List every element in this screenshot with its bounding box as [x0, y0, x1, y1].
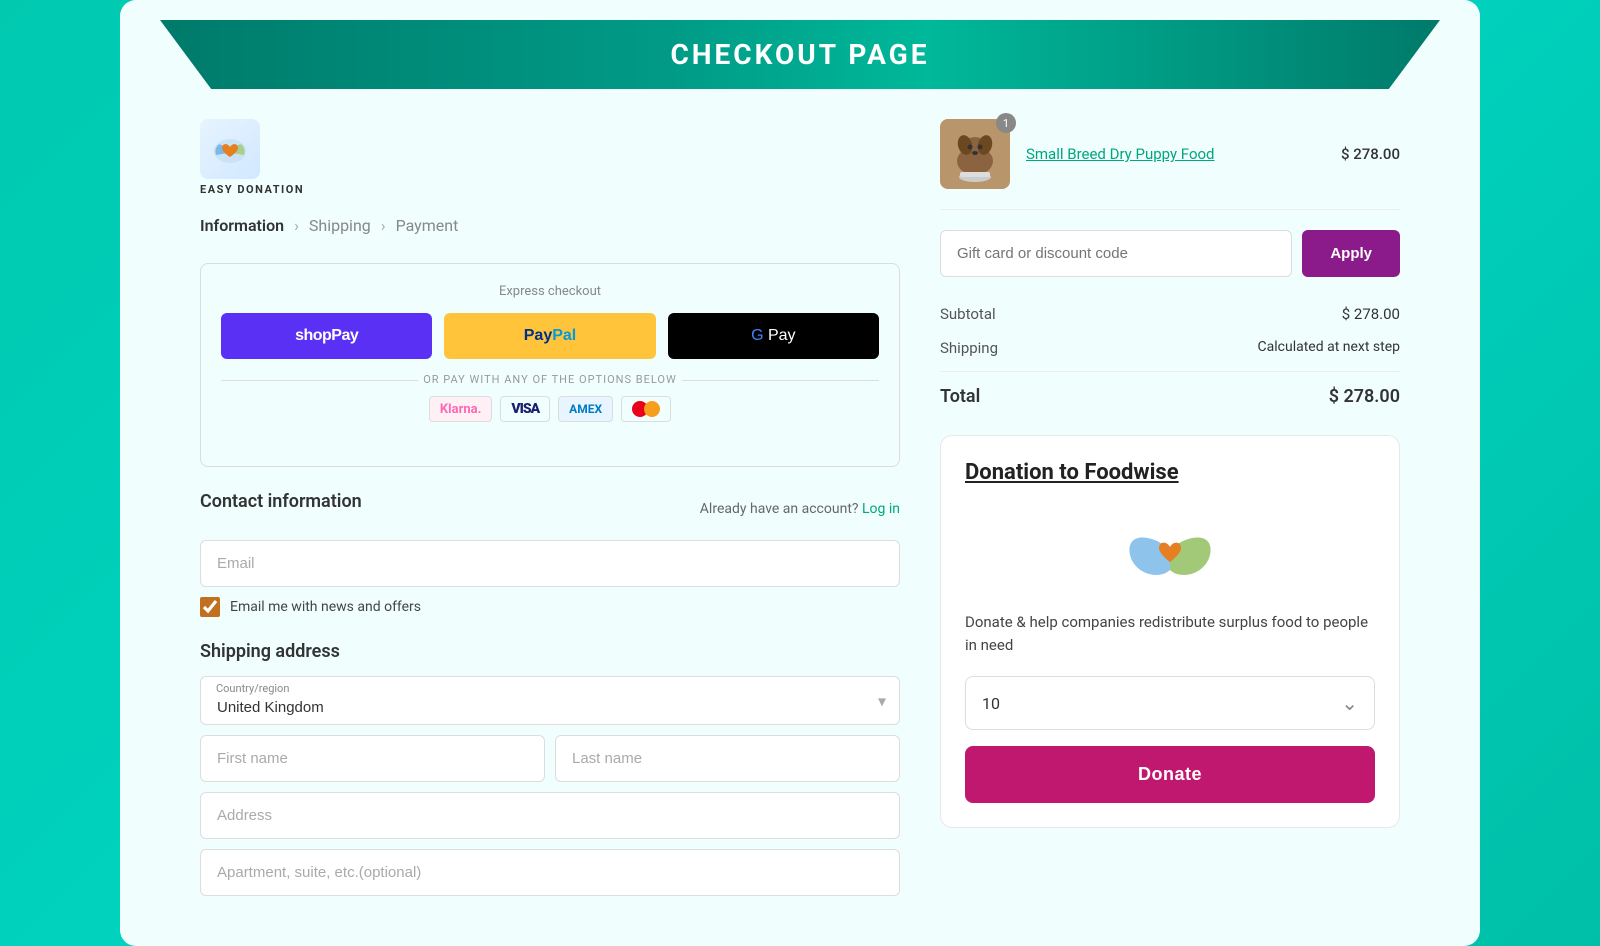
product-row: 1 Small Breed Dry Puppy Food $ 278.00: [940, 119, 1400, 210]
paypal-button[interactable]: PayPal: [444, 313, 655, 359]
shoppay-label: shopPay: [295, 327, 358, 345]
donation-description: Donate & help companies redistribute sur…: [965, 611, 1375, 656]
last-name-field[interactable]: [555, 735, 900, 782]
logo-area: EASY DONATION: [200, 119, 900, 196]
country-select-wrapper: Country/region United Kingdom United Sta…: [200, 676, 900, 725]
country-label: Country/region: [216, 682, 289, 695]
donate-button[interactable]: Donate: [965, 746, 1375, 803]
shipping-row: Shipping Calculated at next step: [940, 331, 1400, 365]
header-banner: CHECKOUT PAGE: [160, 20, 1440, 89]
breadcrumb: Information › Shipping › Payment: [200, 216, 900, 235]
total-label: Total: [940, 386, 980, 407]
name-row: [200, 735, 900, 792]
gpay-label: G Pay: [751, 327, 795, 345]
shipping-value: Calculated at next step: [1258, 339, 1400, 357]
totals-section: Subtotal $ 278.00 Shipping Calculated at…: [940, 297, 1400, 415]
product-image-wrapper: 1: [940, 119, 1010, 189]
express-label: Express checkout: [221, 284, 879, 299]
donation-chevron-icon: ⌄: [1341, 691, 1358, 715]
login-link[interactable]: Log in: [862, 501, 900, 517]
country-select[interactable]: United Kingdom United States Germany Fra…: [200, 676, 900, 725]
express-buttons: shopPay PayPal G Pay: [221, 313, 879, 359]
contact-title: Contact information: [200, 491, 362, 512]
discount-input[interactable]: [940, 230, 1292, 277]
newsletter-label: Email me with news and offers: [230, 599, 421, 615]
breadcrumb-sep-1: ›: [294, 216, 299, 235]
first-name-field[interactable]: [200, 735, 545, 782]
donation-amount-value: 10: [982, 694, 1000, 713]
left-panel: EASY DONATION Information › Shipping › P…: [200, 119, 900, 906]
right-panel: 1 Small Breed Dry Puppy Food $ 278.00 Ap…: [940, 119, 1400, 906]
page-title: CHECKOUT PAGE: [240, 38, 1360, 71]
gpay-button[interactable]: G Pay: [668, 313, 879, 359]
logo-icon: [200, 119, 260, 179]
email-field[interactable]: [200, 540, 900, 587]
shoppay-button[interactable]: shopPay: [221, 313, 432, 359]
discount-row: Apply: [940, 230, 1400, 277]
donation-amount-selector[interactable]: 10 ⌄: [965, 676, 1375, 730]
total-value: $ 278.00: [1329, 386, 1400, 407]
product-price: $ 278.00: [1341, 145, 1400, 163]
address-field[interactable]: [200, 792, 900, 839]
product-name[interactable]: Small Breed Dry Puppy Food: [1026, 145, 1325, 163]
shipping-title: Shipping address: [200, 641, 900, 662]
amex-icon: AMEX: [558, 396, 613, 422]
breadcrumb-payment[interactable]: Payment: [396, 216, 459, 235]
newsletter-row: Email me with news and offers: [200, 597, 900, 617]
subtotal-label: Subtotal: [940, 305, 996, 323]
paypal-label: PayPal: [524, 327, 576, 345]
shipping-label: Shipping: [940, 339, 998, 357]
apt-field[interactable]: [200, 849, 900, 896]
klarna-icon: Klarna.: [429, 396, 492, 422]
breadcrumb-information[interactable]: Information: [200, 216, 284, 235]
already-account-text: Already have an account? Log in: [700, 501, 900, 517]
breadcrumb-shipping[interactable]: Shipping: [309, 216, 371, 235]
visa-icon: VISA: [500, 396, 550, 422]
apply-button[interactable]: Apply: [1302, 230, 1400, 277]
donation-icon-wrapper: [965, 505, 1375, 595]
shipping-section: Shipping address Country/region United K…: [200, 641, 900, 906]
donation-title: Donation to Foodwise: [965, 460, 1375, 485]
payment-icons: Klarna. VISA AMEX: [221, 396, 879, 422]
total-row: Total $ 278.00: [940, 371, 1400, 415]
subtotal-row: Subtotal $ 278.00: [940, 297, 1400, 331]
subtotal-value: $ 278.00: [1342, 305, 1400, 323]
donation-hands-icon: [1115, 505, 1225, 595]
donation-card: Donation to Foodwise Donate & help compa…: [940, 435, 1400, 828]
logo-text: EASY DONATION: [200, 183, 304, 196]
checkout-page: CHECKOUT PAGE EAS: [120, 0, 1480, 946]
mastercard-icon: [621, 396, 671, 422]
contact-section-header: Contact information Already have an acco…: [200, 491, 900, 526]
express-checkout-box: Express checkout shopPay PayPal G Pay OR…: [200, 263, 900, 467]
product-badge: 1: [996, 113, 1016, 133]
breadcrumb-sep-2: ›: [381, 216, 386, 235]
newsletter-checkbox[interactable]: [200, 597, 220, 617]
or-divider: OR PAY WITH ANY OF THE OPTIONS BELOW: [221, 373, 879, 386]
